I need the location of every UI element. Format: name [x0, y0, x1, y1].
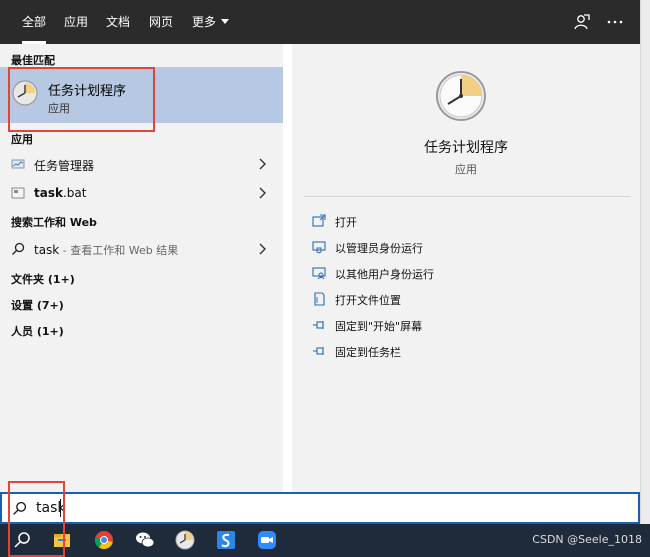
- background-window-edge: [640, 0, 650, 530]
- tab-more-label: 更多: [192, 15, 217, 29]
- category-settings[interactable]: 设置 (7+): [11, 297, 64, 313]
- match-highlight: task: [34, 186, 63, 200]
- web-query: task: [34, 243, 60, 257]
- search-tab-bar: 全部 应用 文档 网页 更多: [0, 0, 640, 44]
- preview-subtitle: 应用: [455, 163, 477, 176]
- chevron-right-icon: [259, 158, 266, 170]
- shield-icon: [312, 241, 326, 254]
- chevron-right-icon: [259, 243, 266, 255]
- zoom-icon: [258, 531, 276, 549]
- search-box[interactable]: task: [0, 492, 640, 524]
- taskbar-zoom[interactable]: [247, 524, 287, 557]
- feedback-icon[interactable]: [572, 12, 592, 32]
- file-location-icon: [314, 292, 325, 306]
- chevron-down-icon: [221, 19, 230, 24]
- list-item-task-bat[interactable]: task.bat: [0, 180, 283, 206]
- watermark-text: CSDN @Seele_1018: [532, 533, 642, 546]
- action-label: 以其他用户身份运行: [335, 268, 434, 281]
- list-item-web-search[interactable]: task - 查看工作和 Web 结果: [0, 236, 283, 262]
- preview-divider: [304, 196, 630, 197]
- sogou-icon: [217, 531, 235, 549]
- taskbar-wechat[interactable]: [125, 524, 165, 557]
- action-label: 固定到"开始"屏幕: [335, 320, 423, 333]
- user-icon: [312, 267, 326, 280]
- tab-documents[interactable]: 文档: [106, 0, 130, 44]
- web-search-header: 搜索工作和 Web: [11, 216, 97, 229]
- preview-panel: 任务计划程序 应用 打开 以管理员身份运行 以其他用户身份运行 打开文件位置 固…: [292, 44, 640, 492]
- annotation-box-best-match: [8, 67, 155, 132]
- list-item-label: task.bat: [34, 186, 86, 200]
- taskbar-task-scheduler[interactable]: [165, 524, 205, 557]
- chrome-icon: [94, 531, 113, 550]
- chevron-right-icon: [259, 187, 266, 199]
- action-label: 打开: [335, 216, 357, 229]
- action-label: 打开文件位置: [335, 294, 401, 307]
- search-icon: [12, 242, 25, 255]
- tab-web[interactable]: 网页: [149, 0, 173, 44]
- action-label: 固定到任务栏: [335, 346, 401, 359]
- batch-file-icon: [11, 187, 25, 199]
- pin-icon: [313, 321, 324, 329]
- preview-title: 任务计划程序: [424, 140, 508, 156]
- web-search-text: task - 查看工作和 Web 结果: [34, 242, 178, 258]
- tab-apps[interactable]: 应用: [64, 0, 88, 44]
- taskbar-chrome[interactable]: [84, 524, 124, 557]
- apps-header: 应用: [11, 133, 33, 146]
- filename-rest: .bat: [62, 186, 87, 200]
- tab-more[interactable]: 更多: [192, 0, 230, 44]
- tab-all[interactable]: 全部: [22, 0, 47, 44]
- list-item-task-manager[interactable]: 任务管理器: [0, 151, 283, 177]
- start-search-window: 全部 应用 文档 网页 更多 最佳匹配 任务计划程序 应用 应用 任务管理器 t…: [0, 0, 650, 557]
- taskbar: CSDN @Seele_1018: [0, 524, 650, 557]
- task-manager-icon: [11, 159, 25, 169]
- best-match-header: 最佳匹配: [11, 54, 55, 67]
- action-label: 以管理员身份运行: [335, 242, 423, 255]
- category-people[interactable]: 人员 (1+): [11, 323, 64, 339]
- pin-icon: [313, 347, 324, 355]
- annotation-box-search: [8, 481, 65, 557]
- wechat-icon: [136, 532, 155, 548]
- taskbar-sogou[interactable]: [206, 524, 246, 557]
- task-scheduler-icon: [175, 530, 195, 550]
- more-options-icon[interactable]: [605, 12, 625, 32]
- open-icon: [312, 214, 326, 227]
- web-hint: - 查看工作和 Web 结果: [59, 244, 179, 257]
- category-folders[interactable]: 文件夹 (1+): [11, 271, 75, 287]
- task-scheduler-large-icon: [436, 71, 486, 121]
- list-item-label: 任务管理器: [34, 159, 95, 173]
